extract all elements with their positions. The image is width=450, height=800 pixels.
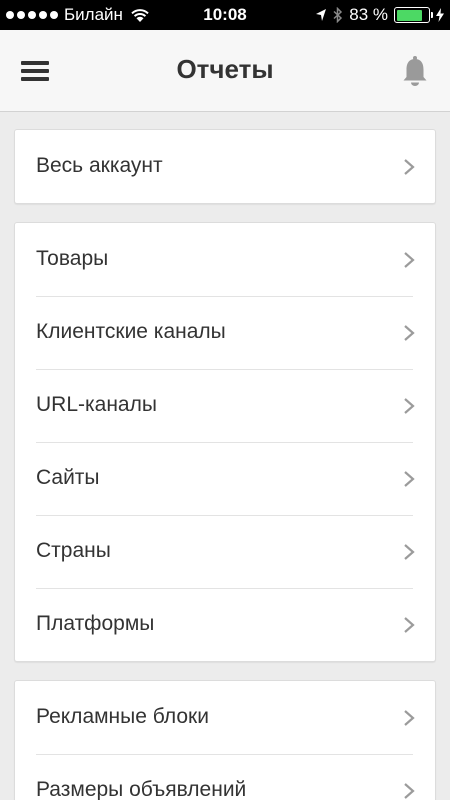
charging-icon: [436, 8, 444, 22]
list-item-label: Платформы: [36, 612, 155, 635]
list-item-label: Весь аккаунт: [36, 154, 163, 177]
bell-icon[interactable]: [398, 54, 432, 88]
location-arrow-icon: [316, 9, 327, 21]
list-item-platforms[interactable]: Платформы: [15, 588, 435, 661]
list-item-countries[interactable]: Страны: [15, 515, 435, 588]
list-item-label: Размеры объявлений: [36, 778, 247, 800]
list-item-label: Рекламные блоки: [36, 705, 209, 728]
chevron-right-icon: [404, 783, 415, 799]
battery-icon: [394, 7, 433, 23]
chevron-right-icon: [404, 252, 415, 268]
list-item-label: Сайты: [36, 466, 100, 489]
list-item-products[interactable]: Товары: [15, 223, 435, 296]
list-item-whole-account[interactable]: Весь аккаунт: [15, 130, 435, 203]
list-item-ad-sizes[interactable]: Размеры объявлений: [15, 754, 435, 800]
list-item-label: Страны: [36, 539, 111, 562]
list-item-label: URL-каналы: [36, 393, 157, 416]
bluetooth-icon: [333, 7, 343, 23]
list-item-client-channels[interactable]: Клиентские каналы: [15, 296, 435, 369]
list-item-ad-units[interactable]: Рекламные блоки: [15, 681, 435, 754]
battery-percent: 83 %: [349, 5, 388, 24]
page-title: Отчеты: [176, 54, 274, 84]
chevron-right-icon: [404, 159, 415, 175]
status-right: 83 %: [315, 5, 444, 25]
list-item-label: Товары: [36, 247, 109, 270]
chevron-right-icon: [404, 617, 415, 633]
list-item-label: Клиентские каналы: [36, 320, 226, 343]
list-item-sites[interactable]: Сайты: [15, 442, 435, 515]
section-ads: Рекламные блоки Размеры объявлений: [14, 680, 436, 800]
chevron-right-icon: [404, 471, 415, 487]
nav-bar: Отчеты: [0, 30, 450, 112]
list-item-url-channels[interactable]: URL-каналы: [15, 369, 435, 442]
section-account: Весь аккаунт: [14, 129, 436, 204]
section-channels: Товары Клиентские каналы URL-каналы Сайт…: [14, 222, 436, 662]
status-bar: Билайн 10:08 83 %: [0, 0, 450, 30]
chevron-right-icon: [404, 325, 415, 341]
chevron-right-icon: [404, 398, 415, 414]
chevron-right-icon: [404, 710, 415, 726]
chevron-right-icon: [404, 544, 415, 560]
